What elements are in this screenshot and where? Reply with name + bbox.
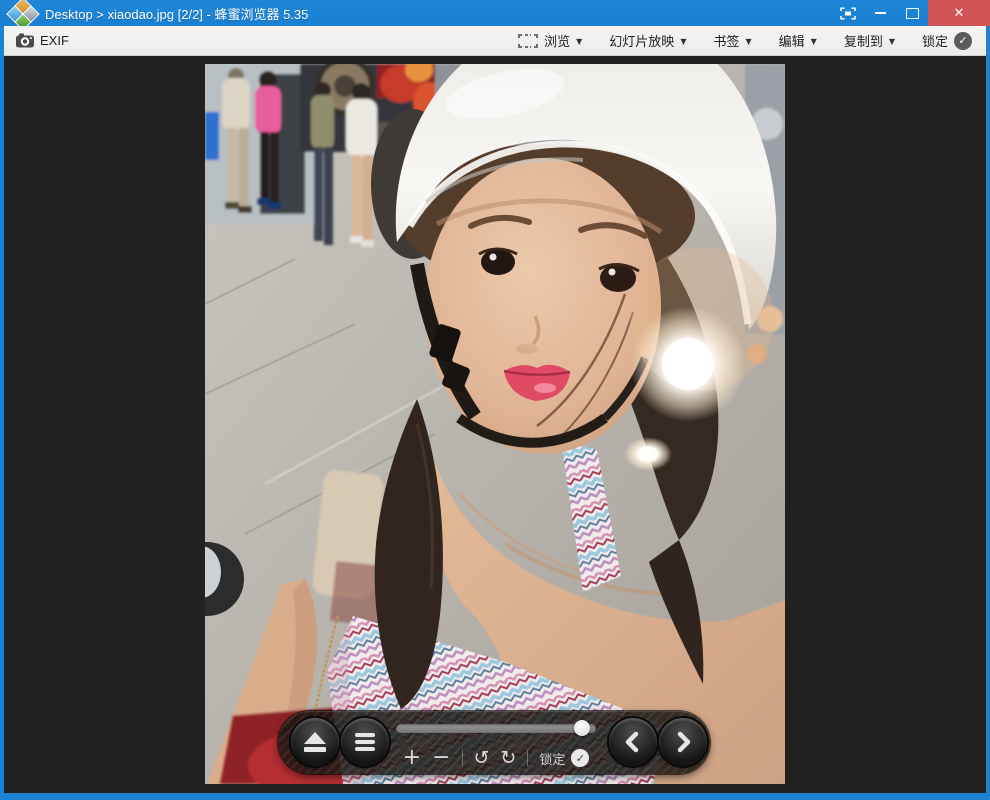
close-icon: ✕ (954, 6, 965, 21)
check-circle-icon: ✓ (571, 749, 589, 767)
divider (527, 750, 528, 766)
control-row: + − ↺ ↻ 锁定 ✓ (390, 746, 602, 770)
menu-copy-to-label: 复制到 (844, 31, 883, 50)
check-circle-icon: ✓ (954, 32, 972, 50)
chevron-down-icon: ▼ (745, 36, 751, 46)
eject-icon-bar (304, 747, 326, 752)
hamburger-menu-icon (355, 740, 375, 744)
chevron-down-icon: ▼ (576, 36, 582, 46)
menu-lock-label: 锁定 (922, 31, 948, 50)
next-image-button[interactable] (659, 718, 707, 766)
minimize-button[interactable] (864, 0, 896, 26)
fullscreen-toggle-button[interactable] (832, 0, 864, 26)
menu-browse-label: 浏览 (544, 31, 570, 50)
exif-label: EXIF (40, 33, 69, 48)
eject-icon (304, 732, 326, 744)
app-icon[interactable] (9, 1, 37, 25)
prev-image-button[interactable] (609, 718, 657, 766)
exif-button[interactable]: EXIF (16, 33, 69, 48)
slider-thumb[interactable] (574, 720, 590, 736)
chevron-left-icon (623, 729, 643, 755)
fullscreen-toggle-icon (840, 7, 856, 20)
close-button[interactable]: ✕ (928, 0, 990, 26)
zoom-slider[interactable] (396, 724, 596, 733)
divider (462, 750, 463, 766)
zoom-in-button[interactable]: + (403, 747, 421, 769)
toolbar: EXIF 浏览 ▼ 幻灯片放映 ▼ 书签 ▼ (4, 26, 986, 56)
menu-copy-to[interactable]: 复制到 ▼ (844, 31, 895, 50)
chevron-down-icon: ▼ (811, 36, 817, 46)
rotate-right-button[interactable]: ↻ (500, 749, 516, 768)
photo-image (205, 64, 785, 784)
hamburger-menu-icon (355, 733, 375, 737)
window-title: Desktop > xiaodao.jpg [2/2] - 蜂蜜浏览器 5.35 (45, 4, 308, 23)
toolbar-menus: 浏览 ▼ 幻灯片放映 ▼ 书签 ▼ 编辑 ▼ 复制到 ▼ 锁定 ✓ (518, 31, 972, 50)
window-frame: EXIF 浏览 ▼ 幻灯片放映 ▼ 书签 ▼ (4, 26, 986, 793)
minimize-icon (875, 12, 886, 14)
menu-lock-toggle[interactable]: 锁定 ✓ (922, 31, 972, 50)
lock-label: 锁定 (539, 749, 565, 768)
menu-button[interactable] (341, 718, 389, 766)
titlebar: Desktop > xiaodao.jpg [2/2] - 蜂蜜浏览器 5.35… (0, 0, 990, 26)
rotate-left-button[interactable]: ↺ (474, 749, 490, 768)
chevron-down-icon: ▼ (680, 36, 686, 46)
viewer-canvas: + − ↺ ↻ 锁定 ✓ (4, 56, 986, 793)
menu-bookmarks-label: 书签 (713, 31, 739, 50)
eject-button[interactable] (291, 718, 339, 766)
fit-view-icon (518, 34, 538, 48)
maximize-icon (906, 8, 919, 19)
camera-icon (16, 33, 34, 48)
hamburger-menu-icon (355, 747, 375, 751)
menu-edit[interactable]: 编辑 ▼ (779, 31, 817, 50)
zoom-out-button[interactable]: − (432, 747, 450, 769)
menu-edit-label: 编辑 (779, 31, 805, 50)
menu-slideshow[interactable]: 幻灯片放映 ▼ (609, 31, 686, 50)
control-bar: + − ↺ ↻ 锁定 ✓ (278, 711, 710, 774)
menu-bookmarks[interactable]: 书签 ▼ (713, 31, 751, 50)
lock-toggle[interactable]: 锁定 ✓ (539, 749, 589, 768)
menu-slideshow-label: 幻灯片放映 (609, 31, 674, 50)
chevron-right-icon (673, 729, 693, 755)
maximize-button[interactable] (896, 0, 928, 26)
window-controls: ✕ (832, 0, 990, 26)
menu-browse[interactable]: 浏览 ▼ (518, 31, 582, 50)
chevron-down-icon: ▼ (889, 36, 895, 46)
photo[interactable] (205, 64, 785, 784)
